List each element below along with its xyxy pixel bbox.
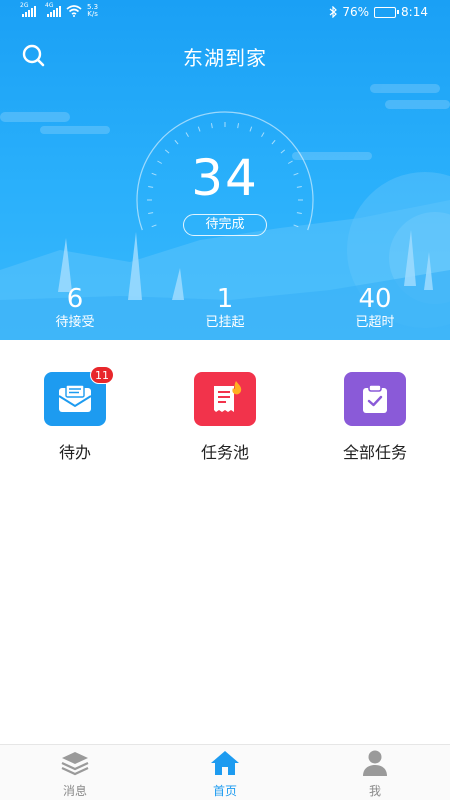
wifi-icon [66,5,82,17]
dial-tick [237,123,240,129]
nav-label: 首页 [212,784,237,798]
mail-icon [58,384,92,412]
nav-messages[interactable]: 消息 [25,749,125,799]
stat-label: 已超时 [355,315,395,330]
signal-1-icon: 2G [20,2,36,17]
clipboard-check-icon [363,384,387,413]
nav-label: 消息 [62,784,87,798]
all-tasks-tile[interactable] [344,372,406,426]
stat-value: 6 [66,284,84,314]
todo-tile[interactable]: 11 [44,366,114,426]
battery-percent: 76% [342,5,370,19]
feature-task-pool[interactable]: 任务池 [160,372,290,463]
dial-tick [185,132,189,138]
stat-label: 已挂起 [205,315,245,330]
user-icon [363,750,387,776]
bottom-nav: 消息 首页 我 [0,744,450,800]
dial-tick [151,224,157,228]
dial-tick [210,123,213,129]
task-pool-tile[interactable] [194,372,256,426]
stat-suspended[interactable]: 1 已挂起 [165,284,285,332]
stat-value: 1 [216,284,234,314]
stat-pending-accept[interactable]: 6 待接受 [15,284,135,332]
nav-label: 我 [368,784,381,798]
hero-banner: 2G 4G 5.3 K/s 76% 8:14 东湖到家 34 待完成 6 待接受… [0,0,450,340]
dial-tick [174,139,179,145]
dial-tick [293,224,299,228]
signal-2-icon: 4G [45,2,61,17]
feature-all-tasks[interactable]: 全部任务 [310,372,440,463]
nav-me[interactable]: 我 [325,749,425,799]
stat-value: 40 [358,284,392,314]
battery-icon [374,6,400,18]
receipt-fire-icon [214,381,242,412]
feature-label: 待办 [58,443,91,462]
todo-badge: 11 [90,366,114,384]
feature-label: 全部任务 [342,443,407,462]
feature-todo[interactable]: 11 待办 [10,366,140,463]
pending-label[interactable]: 待完成 [183,214,267,236]
status-bar: 2G 4G 5.3 K/s 76% 8:14 [0,0,450,26]
bluetooth-icon [329,6,338,18]
dial-tick [148,212,154,215]
stat-overdue[interactable]: 40 已超时 [315,284,435,332]
dial-tick [197,126,201,132]
dial-tick [249,126,253,132]
nav-home[interactable]: 首页 [175,749,275,799]
layers-icon [61,752,89,776]
network-speed: 5.3 K/s [87,3,99,18]
feature-label: 任务池 [200,443,249,462]
dial-tick [271,139,276,145]
home-icon [211,751,239,775]
stat-label: 待接受 [55,315,95,330]
dial-tick [296,212,302,215]
pending-count[interactable]: 34 [0,150,450,206]
dial-tick [261,132,265,138]
clock: 8:14 [401,5,428,19]
page-title: 东湖到家 [183,46,267,70]
